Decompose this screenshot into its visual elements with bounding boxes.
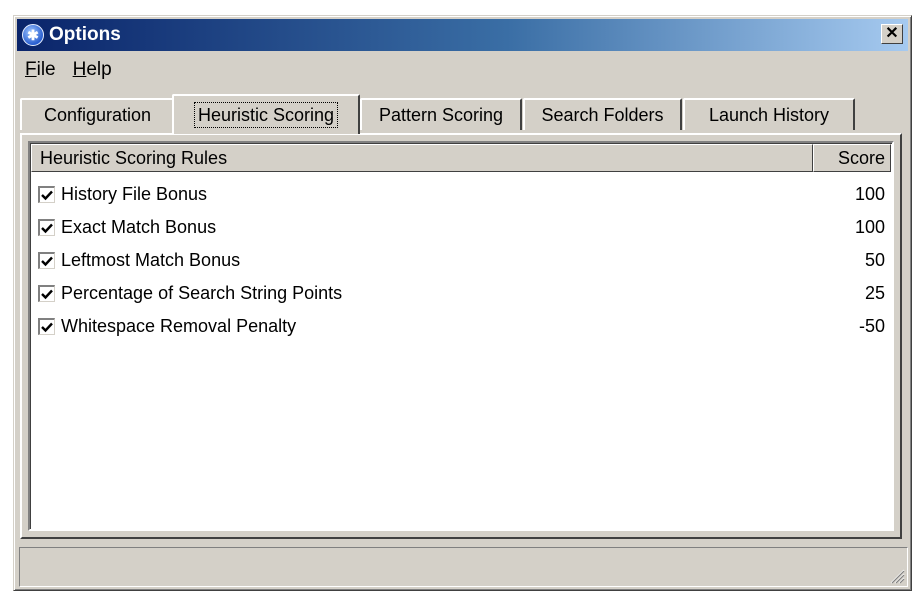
tab-configuration-label: Configuration: [43, 104, 152, 125]
tab-panel: Heuristic Scoring Rules Score History Fi…: [20, 133, 902, 539]
list-header: Heuristic Scoring Rules Score: [31, 144, 891, 172]
menu-help-rest: elp: [86, 59, 112, 80]
rule-label: Exact Match Bonus: [61, 217, 217, 237]
list-item[interactable]: Whitespace Removal Penalty -50: [31, 310, 891, 343]
tab-pattern-scoring[interactable]: Pattern Scoring: [360, 98, 522, 130]
tab-launch-history-label: Launch History: [708, 104, 830, 125]
column-header-score[interactable]: Score: [813, 144, 891, 172]
tab-launch-history[interactable]: Launch History: [683, 98, 855, 130]
resize-grip-icon[interactable]: [887, 566, 905, 584]
tab-search-folders-label: Search Folders: [541, 104, 664, 125]
title-bar[interactable]: ✱ Options ✕: [17, 19, 908, 51]
rule-checkbox[interactable]: [38, 252, 55, 269]
menu-file-accel: F: [25, 59, 37, 80]
tab-strip: Configuration Heuristic Scoring Pattern …: [20, 94, 900, 134]
rule-score: 25: [864, 283, 885, 303]
tab-heuristic-scoring[interactable]: Heuristic Scoring: [172, 94, 360, 134]
rule-score: -50: [858, 316, 885, 336]
rule-label: Whitespace Removal Penalty: [61, 316, 297, 336]
tab-search-folders[interactable]: Search Folders: [523, 98, 682, 130]
list-item[interactable]: History File Bonus 100: [31, 178, 891, 211]
rule-label: Leftmost Match Bonus: [61, 250, 241, 270]
rule-label: Percentage of Search String Points: [61, 283, 343, 303]
menu-help-accel: H: [72, 59, 87, 80]
scoring-rules-list[interactable]: Heuristic Scoring Rules Score History Fi…: [28, 141, 894, 531]
rule-checkbox[interactable]: [38, 219, 55, 236]
options-window: ✱ Options ✕ File Help Configuration Heur…: [13, 15, 912, 591]
checkmark-icon: [41, 256, 53, 266]
menu-file[interactable]: File: [17, 59, 65, 81]
checkmark-icon: [41, 322, 53, 332]
rule-checkbox[interactable]: [38, 186, 55, 203]
window-title: Options: [49, 24, 121, 45]
status-bar: [19, 547, 908, 587]
list-item[interactable]: Leftmost Match Bonus 50: [31, 244, 891, 277]
rule-checkbox[interactable]: [38, 318, 55, 335]
checkmark-icon: [41, 223, 53, 233]
tab-configuration[interactable]: Configuration: [20, 98, 175, 130]
rule-score: 100: [854, 184, 885, 204]
close-button[interactable]: ✕: [881, 24, 903, 44]
running-man-icon[interactable]: ✱: [22, 24, 44, 46]
menu-file-rest: ile: [36, 59, 56, 80]
rule-score: 50: [864, 250, 885, 270]
rule-checkbox[interactable]: [38, 285, 55, 302]
column-header-rules[interactable]: Heuristic Scoring Rules: [31, 144, 813, 172]
rule-score: 100: [854, 217, 885, 237]
menu-bar: File Help: [17, 56, 121, 84]
tab-heuristic-scoring-label: Heuristic Scoring: [193, 102, 339, 128]
menu-help[interactable]: Help: [65, 59, 121, 81]
list-item[interactable]: Exact Match Bonus 100: [31, 211, 891, 244]
checkmark-icon: [41, 190, 53, 200]
list-rows: History File Bonus 100 Exact Match Bonus…: [31, 178, 891, 343]
rule-label: History File Bonus: [61, 184, 208, 204]
tab-pattern-scoring-label: Pattern Scoring: [378, 104, 504, 125]
list-item[interactable]: Percentage of Search String Points 25: [31, 277, 891, 310]
checkmark-icon: [41, 289, 53, 299]
